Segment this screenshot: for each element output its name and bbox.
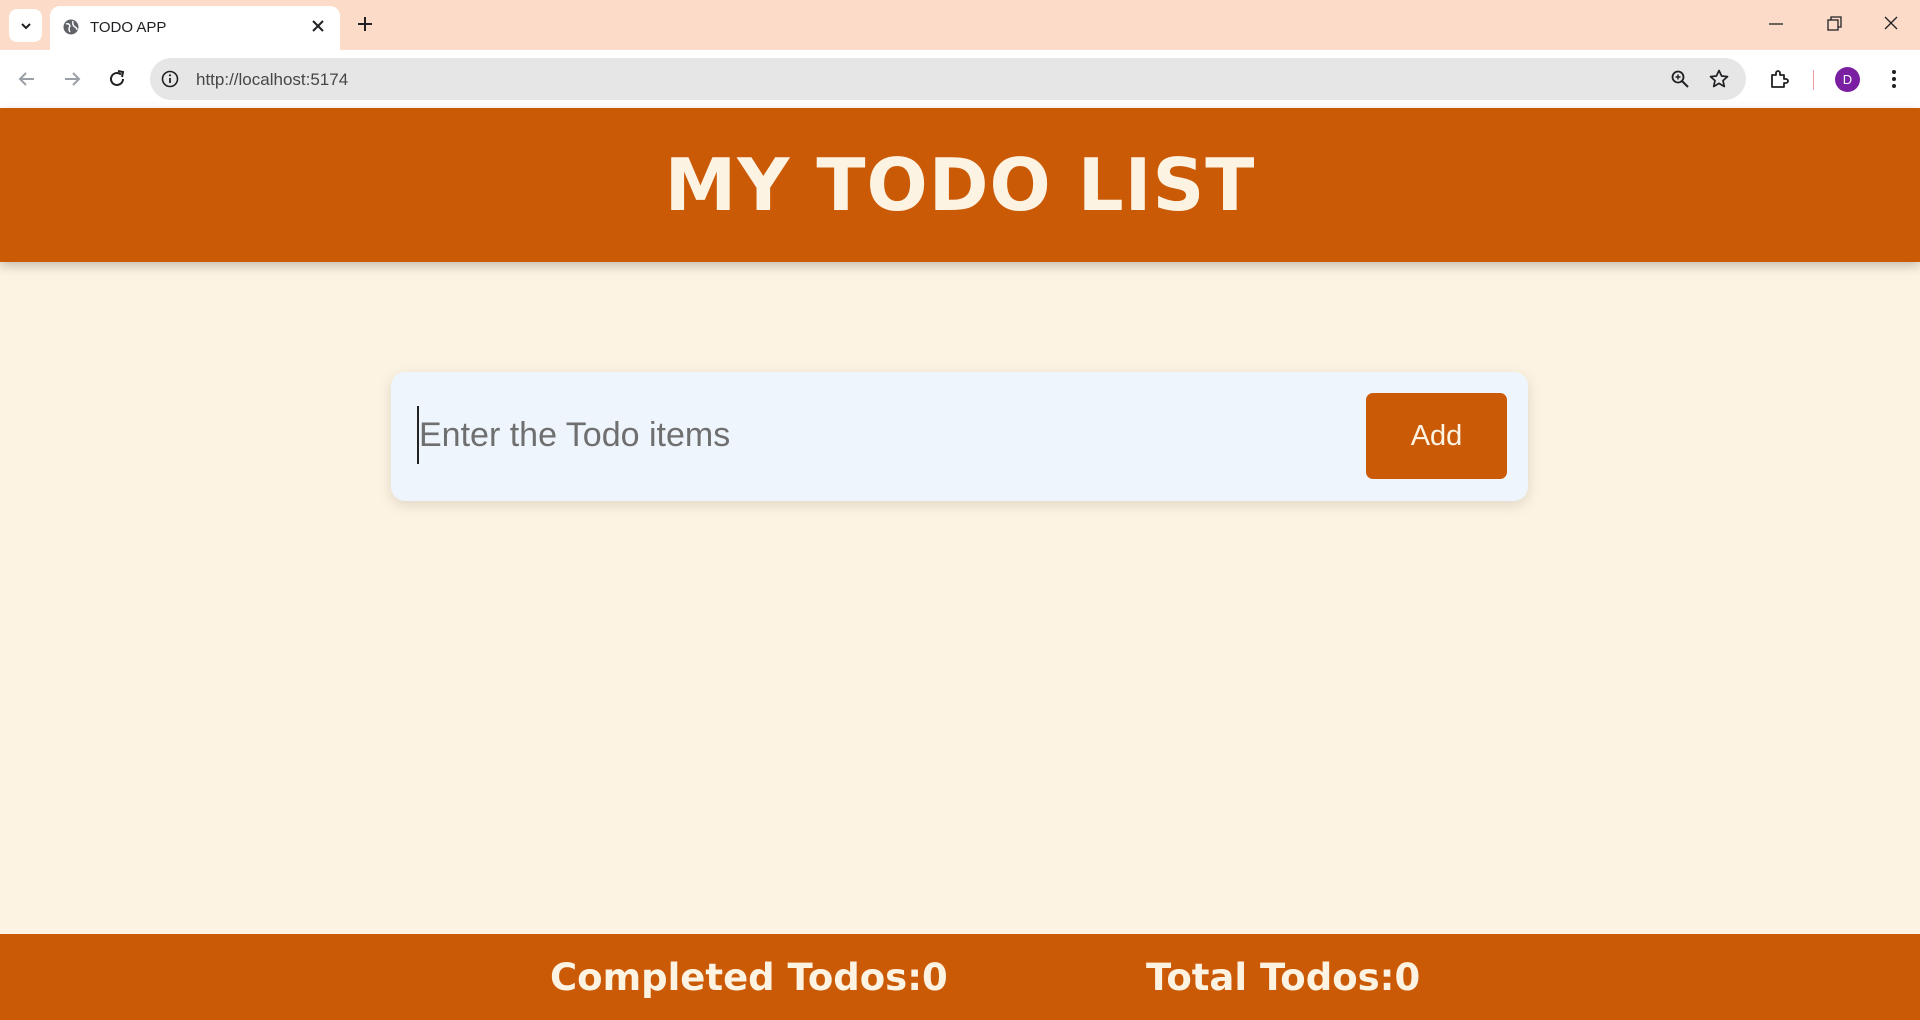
app-footer: Completed Todos:0 Total Todos:0 xyxy=(0,934,1920,1020)
todo-input-card: Add xyxy=(391,372,1528,501)
back-arrow-icon[interactable] xyxy=(16,68,38,90)
browser-toolbar: http://localhost:5174 D xyxy=(0,50,1920,108)
todo-input[interactable] xyxy=(417,406,1321,464)
tab-search-button[interactable] xyxy=(9,9,42,42)
browser-tabstrip: TODO APP xyxy=(0,0,1920,50)
total-todos-stat: Total Todos:0 xyxy=(1146,956,1420,999)
page-title: MY TODO LIST xyxy=(664,143,1256,227)
completed-todos-label: Completed Todos: xyxy=(550,956,923,999)
completed-todos-stat: Completed Todos:0 xyxy=(550,956,948,999)
toolbar-divider xyxy=(1813,70,1814,90)
close-icon[interactable] xyxy=(310,18,326,34)
window-close-icon[interactable] xyxy=(1883,14,1899,34)
app-header: MY TODO LIST xyxy=(0,108,1920,262)
total-todos-label: Total Todos: xyxy=(1146,956,1395,999)
url-text[interactable]: http://localhost:5174 xyxy=(196,70,348,90)
restore-icon[interactable] xyxy=(1826,14,1842,34)
bookmark-star-icon[interactable] xyxy=(1708,68,1730,90)
reload-icon[interactable] xyxy=(106,68,128,90)
add-button[interactable]: Add xyxy=(1366,393,1507,479)
profile-avatar[interactable]: D xyxy=(1835,67,1860,92)
chevron-down-icon xyxy=(20,22,31,29)
zoom-icon[interactable] xyxy=(1670,69,1690,89)
completed-todos-count: 0 xyxy=(922,956,948,999)
info-icon[interactable] xyxy=(160,69,180,89)
tab-title: TODO APP xyxy=(90,19,167,36)
minimize-icon[interactable] xyxy=(1768,14,1784,34)
more-vert-icon[interactable] xyxy=(1883,67,1905,91)
globe-icon xyxy=(63,19,79,35)
address-bar[interactable]: http://localhost:5174 xyxy=(150,58,1746,100)
browser-tab-active[interactable]: TODO APP xyxy=(50,6,340,50)
total-todos-count: 0 xyxy=(1394,956,1421,999)
extensions-puzzle-icon[interactable] xyxy=(1768,68,1790,90)
plus-icon[interactable] xyxy=(355,14,375,34)
forward-arrow-icon[interactable] xyxy=(61,68,83,90)
